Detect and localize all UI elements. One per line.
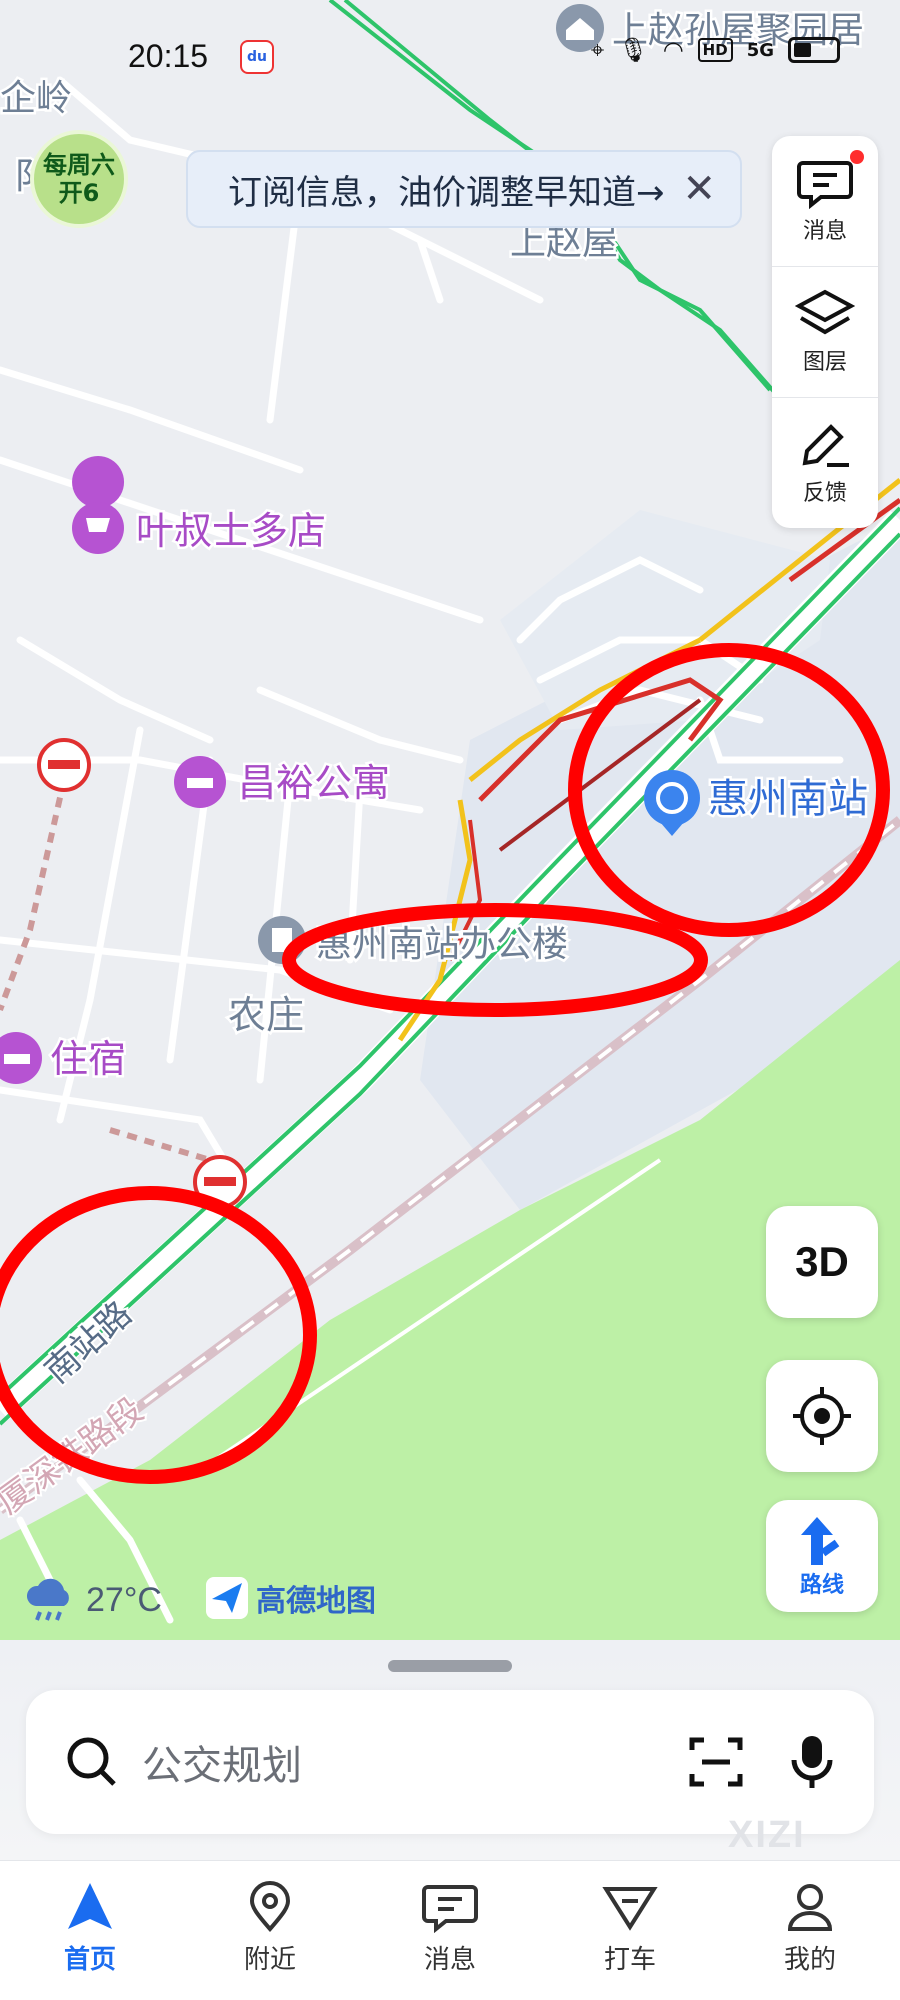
- microphone-icon[interactable]: [788, 1732, 836, 1792]
- weekly-promo-badge[interactable]: 每周六 开6: [30, 130, 128, 228]
- message-icon: [422, 1885, 478, 1933]
- route-button[interactable]: 路线: [766, 1500, 878, 1612]
- badge-line1: 每周六: [43, 151, 115, 179]
- promo-banner[interactable]: 订阅信息，油价调整早知道→ ✕: [186, 150, 742, 228]
- bottom-nav: 首页 附近 消息 打车 我的: [0, 1860, 900, 2000]
- nav-taxi[interactable]: 打车: [540, 1861, 720, 2000]
- nav-nearby-label: 附近: [243, 1945, 296, 1975]
- poi-store: 叶叔士多店: [136, 509, 326, 553]
- feedback-label: 反馈: [802, 481, 847, 506]
- nav-taxi-label: 打车: [603, 1945, 656, 1975]
- badge-line2: 开6: [58, 179, 100, 207]
- wifi-icon: ◠: [662, 36, 684, 64]
- no-entry-sign-1: [37, 738, 91, 792]
- taxi-icon: [602, 1887, 658, 1931]
- unread-dot: [850, 150, 864, 164]
- route-arrow-icon: [801, 1517, 840, 1565]
- weather-temp: 27°C: [86, 1580, 162, 1619]
- map-side-toolbar: 消息 图层 反馈: [772, 136, 878, 528]
- poi-station: 惠州南站: [708, 776, 868, 822]
- feedback-button[interactable]: 反馈: [772, 398, 878, 528]
- poi-shang-zhao-wu: 上赵屋: [510, 222, 618, 263]
- sheet-grab-handle[interactable]: [388, 1660, 512, 1672]
- route-label: 路线: [799, 1573, 844, 1598]
- user-icon: [787, 1884, 833, 1931]
- 3d-view-button[interactable]: 3D: [766, 1206, 878, 1318]
- mic-status-icon: 🎙: [618, 36, 649, 64]
- nav-nearby[interactable]: 附近: [180, 1861, 360, 2000]
- locate-me-button[interactable]: [766, 1360, 878, 1472]
- poi-lodging: 住宿: [50, 1037, 126, 1081]
- search-icon: [67, 1737, 116, 1786]
- messages-button[interactable]: 消息: [772, 136, 878, 267]
- layers-button[interactable]: 图层: [772, 267, 878, 398]
- nav-home[interactable]: 首页: [0, 1861, 180, 2000]
- crosshair-icon: [793, 1387, 851, 1445]
- message-icon: [797, 161, 853, 209]
- status-time: 20:15: [128, 38, 209, 74]
- signal-icon: 5G: [746, 39, 774, 61]
- search-placeholder[interactable]: 公交规划: [142, 1733, 688, 1791]
- hd-badge: HD: [697, 38, 733, 62]
- scan-icon[interactable]: [688, 1734, 744, 1790]
- layers-icon: [795, 289, 855, 335]
- watermark: XIZI: [728, 1814, 806, 1856]
- messages-label: 消息: [802, 219, 847, 244]
- amap-logo-icon: [206, 1577, 248, 1619]
- promo-text[interactable]: 订阅信息，油价调整早知道→: [228, 165, 682, 214]
- nav-profile[interactable]: 我的: [720, 1861, 900, 2000]
- weather-widget[interactable]: 27°C: [24, 1576, 162, 1624]
- feedback-pen-icon: [802, 424, 849, 467]
- rain-cloud-icon: [26, 1578, 69, 1621]
- hotel-bed-icon: [174, 756, 226, 808]
- search-bar[interactable]: 公交规划: [26, 1690, 874, 1834]
- status-icons: ⌖ 🎙 ◠ HD 5G: [591, 36, 840, 64]
- battery-icon: [788, 37, 840, 63]
- nav-home-label: 首页: [63, 1945, 116, 1975]
- amap-brand: 高德地图: [206, 1576, 376, 1620]
- poi-top-left: 企岭: [0, 78, 72, 119]
- navigation-arrow-icon: [68, 1883, 112, 1929]
- close-icon[interactable]: ✕: [682, 166, 716, 212]
- nav-messages[interactable]: 消息: [360, 1861, 540, 2000]
- brand-name: 高德地图: [256, 1584, 376, 1619]
- location-pin-icon: [249, 1881, 291, 1933]
- nav-profile-label: 我的: [783, 1945, 836, 1975]
- nav-messages-label: 消息: [423, 1945, 476, 1975]
- poi-apartment: 昌裕公寓: [238, 761, 390, 805]
- baidu-app-icon: du: [240, 40, 274, 74]
- poi-village: 农庄: [228, 993, 304, 1037]
- location-icon: ⌖: [590, 36, 605, 64]
- layers-label: 图层: [802, 350, 847, 375]
